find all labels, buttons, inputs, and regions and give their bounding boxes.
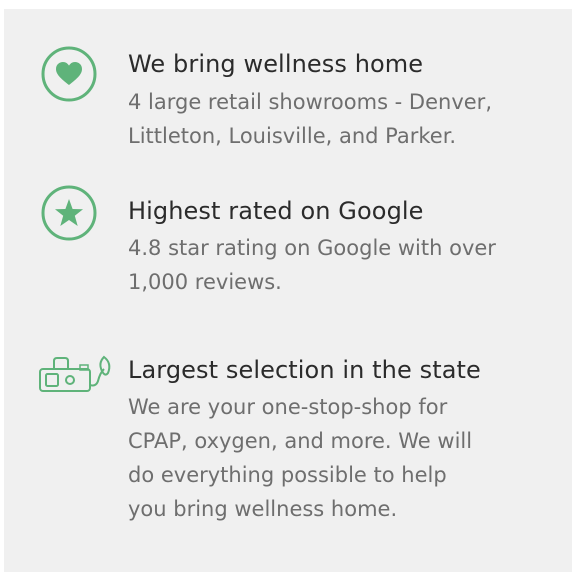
feature-title: We bring wellness home — [128, 50, 424, 78]
features-panel: We bring wellness home 4 large retail sh… — [4, 9, 572, 572]
feature-title: Highest rated on Google — [128, 197, 424, 225]
feature-description: We are your one-stop-shop for CPAP, oxyg… — [128, 395, 473, 521]
feature-description: 4 large retail showrooms - Denver, Littl… — [128, 90, 492, 148]
heart-icon — [40, 45, 98, 107]
cpap-oxygen-icon — [38, 355, 118, 399]
feature-title: Largest selection in the state — [128, 356, 481, 384]
feature-description: 4.8 star rating on Google with over 1,00… — [128, 236, 496, 294]
star-icon — [40, 184, 98, 246]
